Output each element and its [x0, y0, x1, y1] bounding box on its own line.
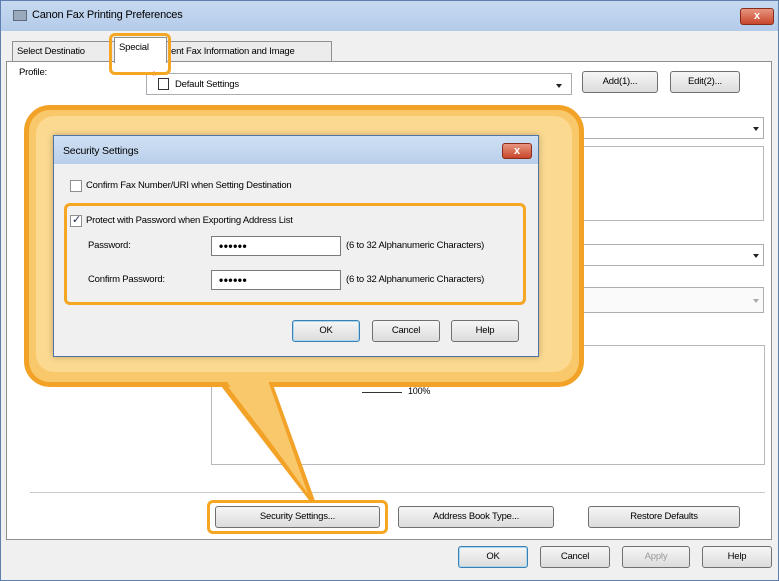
password-hint: (6 to 32 Alphanumeric Characters) [346, 240, 485, 251]
dialog-title: Security Settings [63, 145, 139, 157]
confirm-password-label: Confirm Password: [88, 274, 165, 285]
dialog-title-bar[interactable]: Security Settings x [54, 136, 538, 164]
dialog-help-button[interactable]: Help [451, 320, 519, 342]
confirm-fax-checkbox[interactable] [70, 180, 82, 192]
protect-password-checkbox[interactable]: ✓ [70, 214, 82, 227]
security-settings-dialog: Security Settings x Confirm Fax Number/U… [53, 135, 539, 357]
protect-password-label: Protect with Password when Exporting Add… [86, 215, 293, 226]
confirm-password-field[interactable]: •••••• [211, 270, 341, 290]
dialog-ok-button[interactable]: OK [292, 320, 360, 342]
checkmark-icon: ✓ [72, 214, 82, 226]
close-dialog-button[interactable]: x [502, 143, 532, 159]
password-label: Password: [88, 240, 131, 251]
tab-highlight [109, 33, 171, 75]
password-field[interactable]: •••••• [211, 236, 341, 256]
confirm-password-hint: (6 to 32 Alphanumeric Characters) [346, 274, 485, 285]
confirm-fax-label: Confirm Fax Number/URI when Setting Dest… [86, 180, 292, 191]
dialog-cancel-button[interactable]: Cancel [372, 320, 440, 342]
